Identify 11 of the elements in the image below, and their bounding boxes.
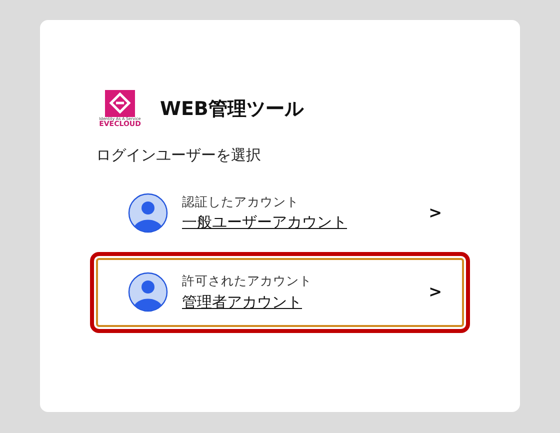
account-name: 一般ユーザーアカウント (182, 212, 347, 234)
logo-icon (105, 90, 135, 117)
chevron-icon: > (428, 280, 442, 304)
avatar-icon (128, 272, 168, 312)
chevron-icon: > (428, 201, 442, 226)
account-caption: 認証したアカウント (182, 192, 300, 210)
avatar-icon (128, 193, 168, 234)
account-name: 管理者アカウント (182, 292, 303, 312)
prompt-text: ログインユーザーを選択 (96, 145, 262, 166)
app-title: WEB管理ツール (160, 96, 304, 122)
account-caption: 許可されたアカウント (182, 272, 312, 290)
